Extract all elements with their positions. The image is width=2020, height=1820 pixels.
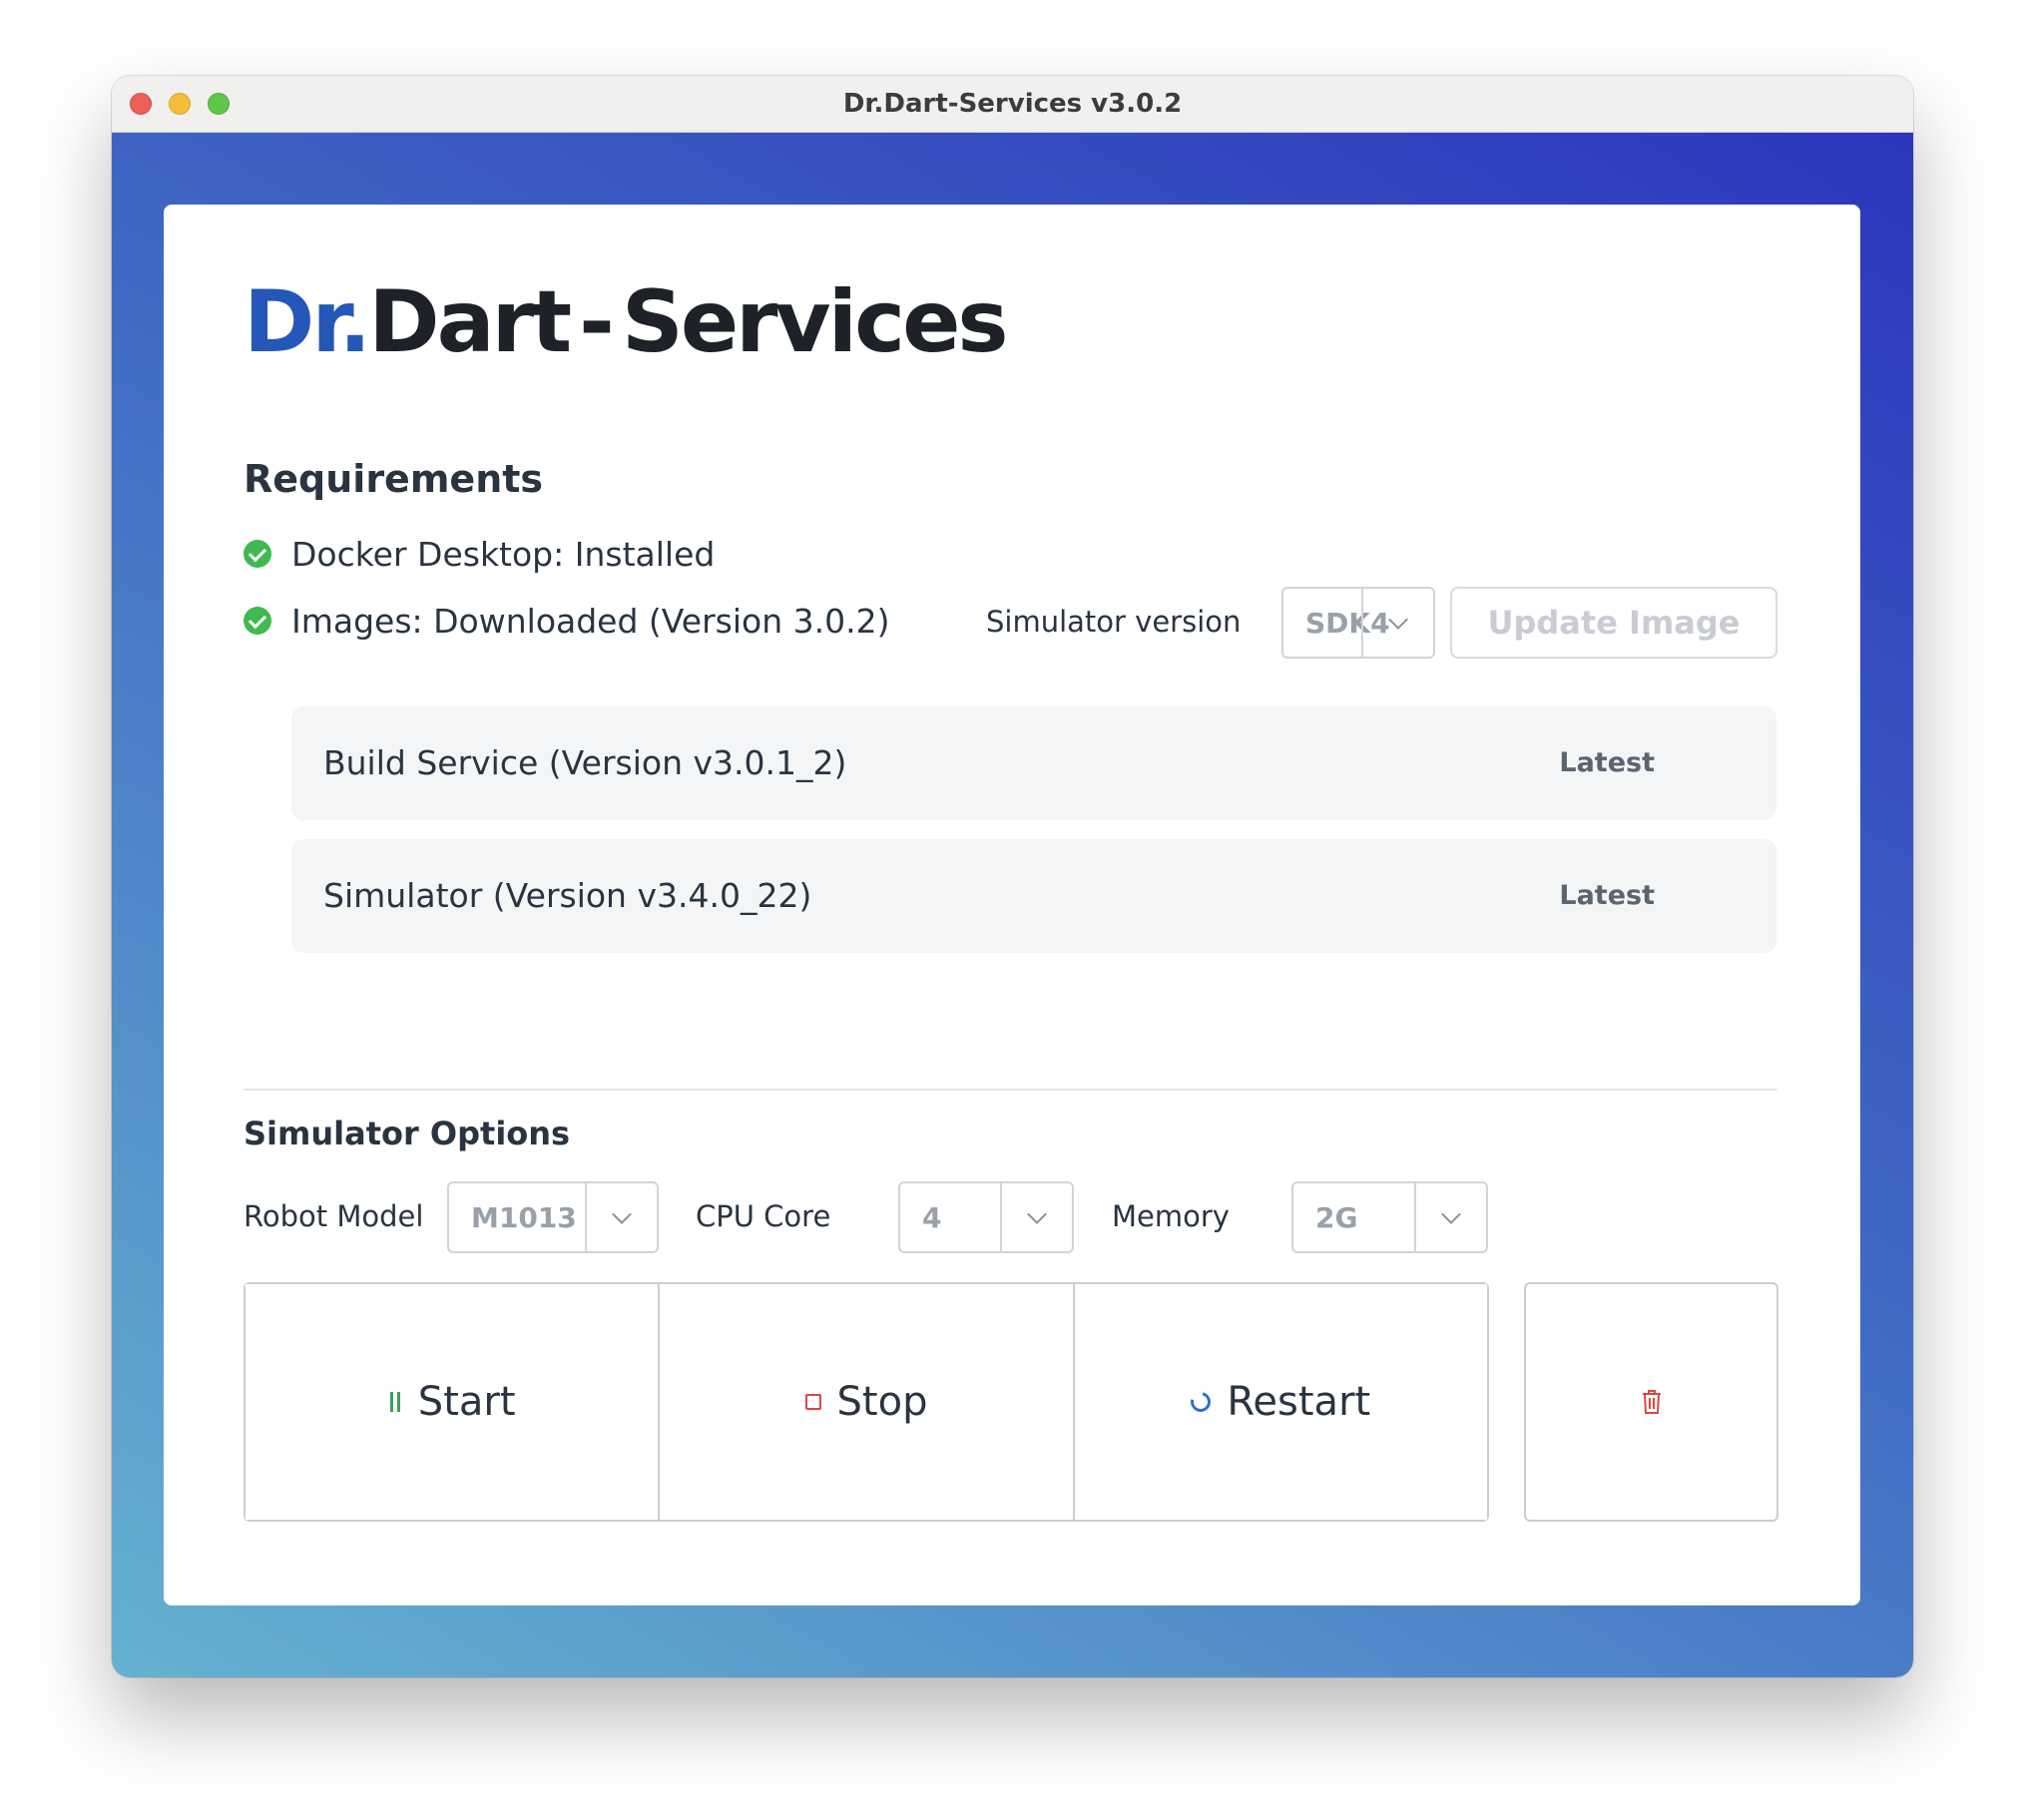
app-window: Dr.Dart-Services v3.0.2 Dr.Dart - Services…	[112, 76, 1913, 1677]
logo-dart: Dart	[368, 272, 572, 372]
cpu-core-label: CPU Core	[696, 1199, 831, 1233]
memory-select[interactable]: 2G	[1291, 1181, 1488, 1253]
cpu-core-select[interactable]: 4	[898, 1181, 1074, 1253]
chevron-down-icon[interactable]	[1414, 1183, 1486, 1251]
service-row-simulator: Simulator (Version v3.4.0_22) Latest	[291, 839, 1776, 953]
logo-dr: Dr.	[244, 272, 371, 372]
requirements-title: Requirements	[244, 457, 544, 501]
requirement-images: Images: Downloaded (Version 3.0.2)	[244, 602, 889, 642]
start-label: Start	[417, 1379, 516, 1425]
main-panel: Dr.Dart - Services Requirements Docker Des…	[164, 205, 1860, 1605]
requirement-images-label: Images: Downloaded (Version 3.0.2)	[291, 602, 890, 641]
service-row-build: Build Service (Version v3.0.1_2) Latest	[291, 706, 1776, 820]
robot-model-label: Robot Model	[244, 1199, 424, 1233]
robot-model-select[interactable]: M1013	[447, 1181, 659, 1253]
app-background: Dr.Dart - Services Requirements Docker Des…	[112, 133, 1913, 1677]
logo-services: Services	[621, 272, 1009, 372]
logo-dash: -	[579, 272, 615, 372]
start-button[interactable]: Start	[246, 1284, 659, 1520]
delete-button[interactable]	[1524, 1282, 1778, 1522]
title-bar: Dr.Dart-Services v3.0.2	[112, 76, 1913, 133]
memory-label: Memory	[1112, 1199, 1230, 1233]
restart-label: Restart	[1227, 1379, 1371, 1425]
service-simulator-status: Latest	[1559, 880, 1655, 911]
service-build-status: Latest	[1559, 747, 1655, 778]
update-image-button[interactable]: Update Image	[1450, 587, 1777, 659]
simulator-options-title: Simulator Options	[244, 1115, 571, 1152]
window-title: Dr.Dart-Services v3.0.2	[842, 89, 1183, 119]
cpu-core-value: 4	[922, 1200, 942, 1234]
section-divider	[244, 1089, 1777, 1091]
chevron-down-icon[interactable]	[585, 1183, 657, 1251]
simulator-version-label: Simulator version	[986, 605, 1242, 639]
chevron-down-icon[interactable]	[1361, 589, 1433, 657]
stop-icon	[804, 1394, 821, 1410]
simulator-actions: Start Stop Restart	[244, 1282, 1489, 1522]
chevron-down-icon[interactable]	[1000, 1183, 1072, 1251]
robot-model-value: M1013	[471, 1200, 577, 1234]
simulator-version-select[interactable]: SDK4	[1281, 587, 1435, 659]
stop-button[interactable]: Stop	[658, 1284, 1073, 1520]
app-logo: Dr.Dart - Services	[244, 272, 1009, 372]
service-build-name: Build Service (Version v3.0.1_2)	[323, 743, 847, 782]
pause-icon	[388, 1392, 402, 1412]
check-circle-icon	[244, 607, 271, 635]
restart-button[interactable]: Restart	[1072, 1284, 1487, 1520]
service-simulator-name: Simulator (Version v3.4.0_22)	[323, 876, 812, 915]
stop-label: Stop	[836, 1379, 928, 1425]
trash-icon	[1642, 1390, 1661, 1414]
restart-icon	[1187, 1388, 1216, 1416]
requirement-docker: Docker Desktop: Installed	[244, 535, 715, 575]
requirement-docker-label: Docker Desktop: Installed	[291, 535, 716, 574]
check-circle-icon	[244, 540, 271, 568]
memory-value: 2G	[1315, 1200, 1358, 1234]
